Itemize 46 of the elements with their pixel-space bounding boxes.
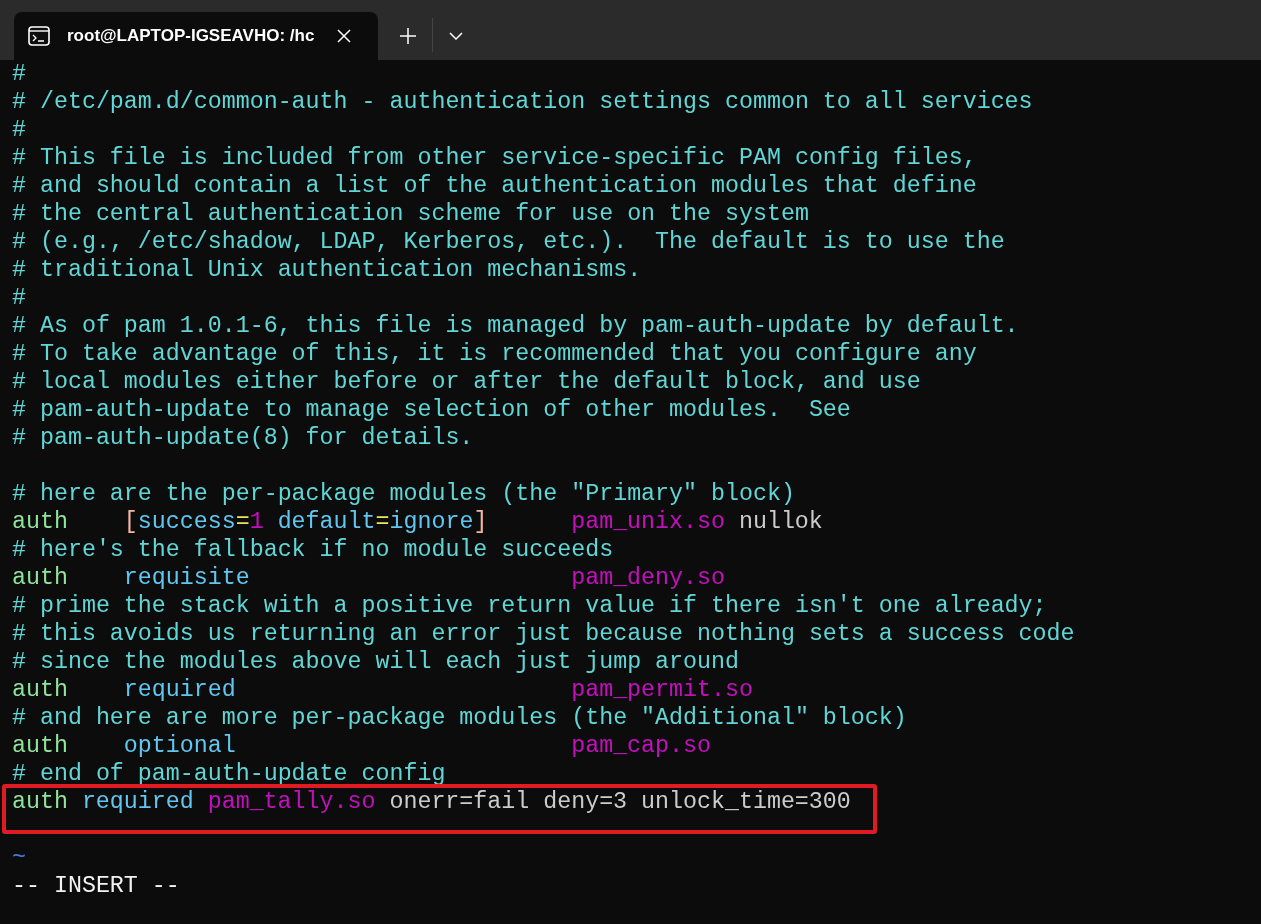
comment-line: # (e.g., /etc/shadow, LDAP, Kerberos, etc.). The default is to use the <box>12 228 1005 256</box>
plus-icon[interactable] <box>400 28 416 44</box>
comment-line: # end of pam-auth-update config <box>12 760 446 788</box>
comment-line: # since the modules above will each just jump around <box>12 648 739 676</box>
argument-text: nullok <box>738 508 823 536</box>
comment-line: # traditional Unix authentication mechanisms. <box>12 256 642 284</box>
control-text: optional <box>123 732 237 760</box>
keyword-text: auth <box>12 508 69 536</box>
keyword-text: auth <box>12 732 69 760</box>
comment-line: # here's the fallback if no module succeeds <box>12 536 614 564</box>
comment-line: # and here are more per-package modules (the "Additional" block) <box>12 704 907 732</box>
comment-line: # this avoids us returning an error just because nothing sets a success code <box>12 620 1075 648</box>
comment-line: # the central authentication scheme for use on the system <box>12 200 809 228</box>
module-name: pam_tally.so <box>207 788 376 816</box>
module-name: pam_unix.so <box>571 508 725 536</box>
control-text: [success=1 default=ignore] <box>123 508 489 536</box>
keyword-text: auth <box>12 676 69 704</box>
comment-line: # local modules either before or after the default block, and use <box>12 368 921 396</box>
control-text: required <box>123 676 237 704</box>
module-name: pam_cap.so <box>571 732 711 760</box>
comment-line: # pam-auth-update(8) for details. <box>12 424 474 452</box>
empty-line-marker: ~ <box>12 844 26 872</box>
chevron-down-icon[interactable] <box>449 32 463 40</box>
mode-indicator: -- INSERT -- <box>12 872 180 900</box>
comment-line: # This file is included from other service-specific PAM config files, <box>12 144 977 172</box>
comment-line: # To take advantage of this, it is recommended that you configure any <box>12 340 977 368</box>
control-text: required <box>81 788 194 816</box>
terminal-tab[interactable]: root@LAPTOP-IGSEAVHO: /hc <box>14 12 378 60</box>
comment-line: # <box>12 116 26 144</box>
comment-line: # <box>12 284 26 312</box>
close-icon[interactable] <box>337 29 351 43</box>
keyword-text: auth <box>12 788 68 816</box>
comment-line: # prime the stack with a positive return value if there isn't one already; <box>12 592 1047 620</box>
terminal-icon <box>28 26 50 46</box>
comment-line: # /etc/pam.d/common-auth - authentication settings common to all services <box>12 88 1033 116</box>
control-text: requisite <box>123 564 251 592</box>
comment-line: # and should contain a list of the authentication modules that define <box>12 172 977 200</box>
comment-line: # <box>12 60 26 88</box>
tab-title: root@LAPTOP-IGSEAVHO: /hc <box>67 26 316 46</box>
module-name: pam_permit.so <box>571 676 753 704</box>
keyword-text: auth <box>12 564 69 592</box>
comment-line: # As of pam 1.0.1-6, this file is managed by pam-auth-update by default. <box>12 312 1019 340</box>
comment-line: # pam-auth-update to manage selection of other modules. See <box>12 396 851 424</box>
argument-text: onerr=fail deny=3 unlock_time=300 <box>389 788 851 816</box>
comment-line: # here are the per-package modules (the "Primary" block) <box>12 480 795 508</box>
module-name: pam_deny.so <box>571 564 725 592</box>
